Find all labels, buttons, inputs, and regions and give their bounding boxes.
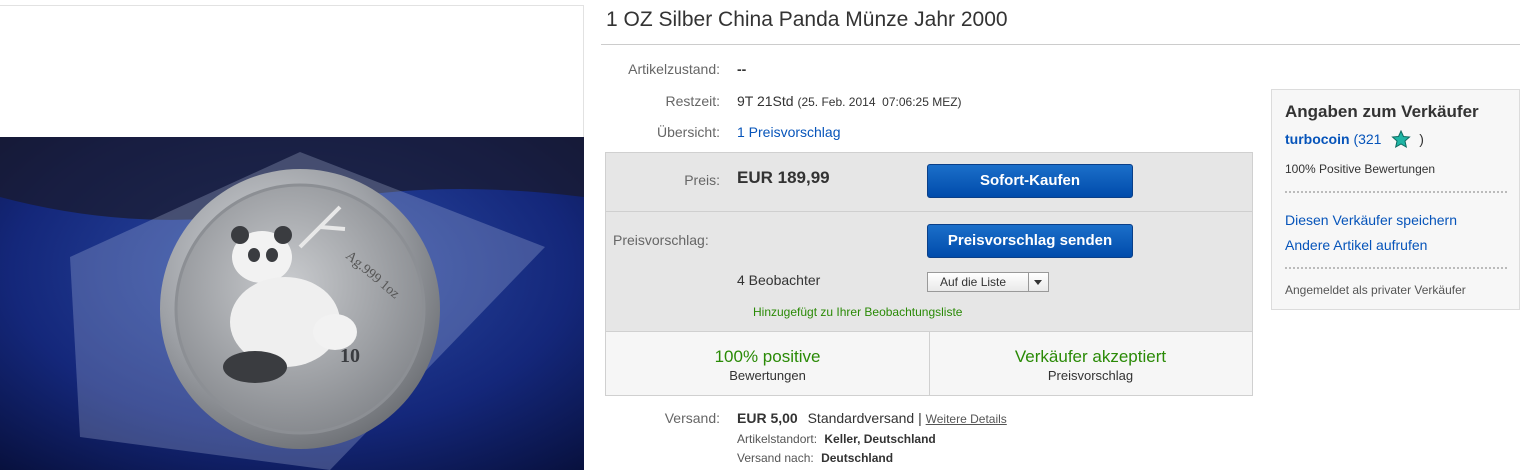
ships-to: Versand nach: Deutschland xyxy=(737,451,893,465)
seller-name-link[interactable]: turbocoin xyxy=(1285,131,1350,147)
price-value: EUR 189,99 xyxy=(737,168,830,187)
ships-to-label: Versand nach: xyxy=(737,451,814,465)
time-left-value: 9T 21Std (25. Feb. 2014 07:06:25 MEZ) xyxy=(737,93,962,109)
time-left-date: (25. Feb. 2014 07:06:25 MEZ) xyxy=(797,95,962,109)
seller-account-type: Angemeldet als privater Verkäufer xyxy=(1285,283,1466,297)
seller-divider-2 xyxy=(1285,267,1507,269)
send-offer-button[interactable]: Preisvorschlag senden xyxy=(927,224,1133,258)
time-left-duration: 9T 21Std xyxy=(737,93,794,109)
save-seller-link[interactable]: Diesen Verkäufer speichern xyxy=(1285,212,1457,228)
item-photo[interactable]: Ag.999 1oz 10 xyxy=(0,137,584,470)
buy-now-button[interactable]: Sofort-Kaufen xyxy=(927,164,1133,198)
svg-text:10: 10 xyxy=(340,345,360,367)
condition-value: -- xyxy=(737,61,747,77)
time-left-label: Restzeit: xyxy=(665,93,720,109)
item-location-value: Keller, Deutschland xyxy=(824,432,936,446)
chevron-down-icon[interactable] xyxy=(1028,273,1048,291)
positive-feedback-caption: Bewertungen xyxy=(729,368,806,383)
seller-divider-1 xyxy=(1285,191,1507,193)
seller-score-close: ) xyxy=(1419,131,1424,147)
star-icon xyxy=(1391,129,1412,148)
offers-link[interactable]: 1 Preisvorschlag xyxy=(737,124,841,140)
price-label: Preis: xyxy=(684,172,720,188)
purchase-box-divider xyxy=(606,211,1252,212)
condition-label: Artikelzustand: xyxy=(628,61,720,77)
positive-feedback-percent: 100% positive xyxy=(714,347,821,366)
watchlist-dropdown[interactable]: Auf die Liste xyxy=(927,272,1049,292)
offers-accepted-caption: Preisvorschlag xyxy=(1047,368,1134,383)
seller-info-box xyxy=(1271,89,1520,310)
seller-heading: Angaben zum Verkäufer xyxy=(1285,102,1479,121)
overview-label: Übersicht: xyxy=(656,124,720,140)
offers-accepted-text: Verkäufer akzeptiert xyxy=(1014,347,1167,366)
other-items-link[interactable]: Andere Artikel aufrufen xyxy=(1285,237,1427,253)
shipping-label: Versand: xyxy=(664,410,720,426)
seller-score[interactable]: (321 xyxy=(1353,131,1381,147)
seller-feedback-percent: 100% Positive Bewertungen xyxy=(1285,162,1436,176)
shipping-price: EUR 5,00 xyxy=(737,410,798,426)
coin-image: Ag.999 1oz 10 xyxy=(0,137,584,470)
title-divider xyxy=(601,44,1520,45)
item-location: Artikelstandort: Keller, Deutschland xyxy=(737,432,936,446)
watchlist-confirmation: Hinzugefügt zu Ihrer Beobachtungsliste xyxy=(753,305,963,319)
ships-to-value: Deutschland xyxy=(821,451,894,465)
shipping-details-link[interactable]: Weitere Details xyxy=(926,412,1007,426)
watchers-count: 4 Beobachter xyxy=(737,272,821,288)
offer-label: Preisvorschlag: xyxy=(613,232,709,248)
shipping-method: Standardversand | xyxy=(807,410,922,426)
item-location-label: Artikelstandort: xyxy=(737,432,818,446)
seller-identity: turbocoin (321 ) xyxy=(1285,129,1424,148)
watchlist-dropdown-label: Auf die Liste xyxy=(940,275,1007,289)
shipping-line: EUR 5,00 Standardversand | Weitere Detai… xyxy=(737,410,1007,426)
item-title: 1 OZ Silber China Panda Münze Jahr 2000 xyxy=(606,8,1008,31)
